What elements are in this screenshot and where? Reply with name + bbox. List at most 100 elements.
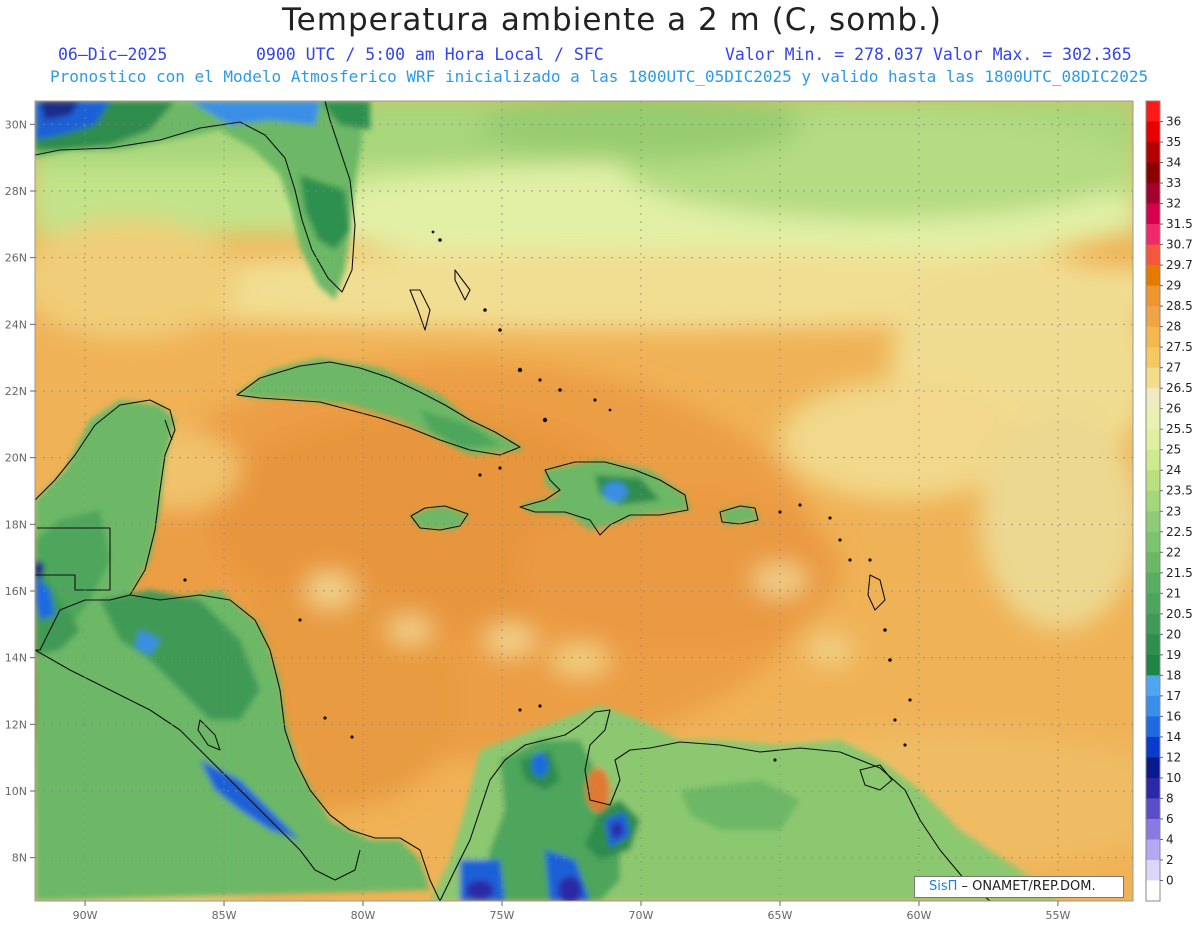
colorbar-swatch	[1146, 695, 1160, 717]
lat-label: 10N	[5, 785, 27, 798]
lon-label: 60W	[907, 909, 932, 922]
colorbar-swatch	[1146, 613, 1160, 635]
colorbar-swatch	[1146, 552, 1160, 574]
colorbar-swatch	[1146, 572, 1160, 594]
colorbar-swatch	[1146, 736, 1160, 758]
colorbar-label: 20.5	[1166, 607, 1193, 621]
lon-label: 55W	[1046, 909, 1071, 922]
colorbar-swatch	[1146, 306, 1160, 328]
colorbar-swatch	[1146, 203, 1160, 225]
colorbar-swatch	[1146, 859, 1160, 881]
lat-label: 28N	[5, 185, 27, 198]
lat-label: 24N	[5, 318, 27, 331]
colorbar-swatch	[1146, 388, 1160, 410]
colorbar-swatch	[1146, 347, 1160, 369]
colorbar-swatch	[1146, 818, 1160, 840]
colorbar-swatch	[1146, 511, 1160, 533]
colorbar-swatch	[1146, 634, 1160, 656]
lon-label: 65W	[768, 909, 793, 922]
colorbar-swatch	[1146, 470, 1160, 492]
lat-label: 18N	[5, 518, 27, 531]
colorbar-label: 36	[1166, 115, 1181, 129]
colorbar-label: 21	[1166, 586, 1181, 600]
colorbar-swatch	[1146, 777, 1160, 799]
colorbar-label: 23.5	[1166, 484, 1193, 498]
colorbar-label: 24	[1166, 463, 1181, 477]
colorbar-label: 22.5	[1166, 525, 1193, 539]
credit-text: – ONAMET/REP.DOM.	[957, 879, 1096, 894]
colorbar-label: 27.5	[1166, 340, 1193, 354]
longitude-axis: 90W 85W 80W 75W 70W 65W 60W 55W	[73, 901, 1071, 922]
colorbar-label: 12	[1166, 750, 1181, 764]
colorbar-swatch	[1146, 757, 1160, 779]
colorbar-label: 14	[1166, 730, 1181, 744]
colorbar-label: 6	[1166, 812, 1174, 826]
colorbar-label: 4	[1166, 832, 1174, 846]
colorbar-label: 21.5	[1166, 566, 1193, 580]
colorbar-label: 34	[1166, 156, 1181, 170]
colorbar-label: 33	[1166, 176, 1181, 190]
colorbar-label: 32	[1166, 197, 1181, 211]
colorbar-swatch	[1146, 654, 1160, 676]
colorbar-swatch	[1146, 675, 1160, 697]
colorbar-swatch	[1146, 285, 1160, 307]
color-legend: 363534333231.530.729.72928.52827.52726.5…	[1145, 100, 1193, 902]
colorbar-label: 8	[1166, 791, 1174, 805]
colorbar-swatch	[1146, 593, 1160, 615]
colorbar-swatch	[1146, 142, 1160, 164]
lat-label: 30N	[5, 118, 27, 131]
colorbar-swatch	[1146, 183, 1160, 205]
credit-brand: SisΠ	[929, 879, 958, 894]
colorbar-label: 20	[1166, 627, 1181, 641]
lat-label: 12N	[5, 718, 27, 731]
credit-box: SisΠ – ONAMET/REP.DOM.	[914, 876, 1124, 898]
colorbar-label: 31.5	[1166, 217, 1193, 231]
temperature-field	[35, 101, 1133, 901]
lon-label: 70W	[629, 909, 654, 922]
colorbar-label: 28	[1166, 320, 1181, 334]
colorbar-swatch	[1146, 367, 1160, 389]
colorbar-swatch	[1146, 101, 1160, 123]
lon-label: 80W	[351, 909, 376, 922]
colorbar-swatch	[1146, 224, 1160, 246]
lat-label: 14N	[5, 652, 27, 665]
lon-label: 75W	[490, 909, 515, 922]
colorbar-label: 29.7	[1166, 258, 1193, 272]
colorbar-label: 26.5	[1166, 381, 1193, 395]
colorbar-label: 28.5	[1166, 299, 1193, 313]
lat-label: 20N	[5, 452, 27, 465]
colorbar-label: 17	[1166, 689, 1181, 703]
colorbar-swatch	[1146, 798, 1160, 820]
colorbar-swatch	[1146, 162, 1160, 184]
colorbar-label: 2	[1166, 853, 1174, 867]
colorbar-swatch	[1146, 326, 1160, 348]
colorbar-swatch	[1146, 531, 1160, 553]
colorbar-label: 0	[1166, 873, 1174, 887]
colorbar-label: 27	[1166, 361, 1181, 375]
colorbar-swatch	[1146, 490, 1160, 512]
colorbar-label: 23	[1166, 504, 1181, 518]
latitude-axis: 30N 28N 26N 24N 22N 20N 18N 16N 14N 12N 10N 8N	[5, 118, 35, 865]
colorbar-label: 29	[1166, 279, 1181, 293]
lon-label: 90W	[73, 909, 98, 922]
colorbar-swatch	[1146, 244, 1160, 266]
colorbar-label: 16	[1166, 709, 1181, 723]
lat-label: 22N	[5, 385, 27, 398]
colorbar-swatch	[1146, 449, 1160, 471]
lat-label: 26N	[5, 252, 27, 265]
colorbar-label: 18	[1166, 668, 1181, 682]
colorbar-swatch	[1146, 408, 1160, 430]
colorbar-swatch	[1146, 839, 1160, 861]
colorbar-swatch	[1146, 265, 1160, 287]
colorbar-label: 25	[1166, 443, 1181, 457]
colorbar-label: 30.7	[1166, 238, 1193, 252]
colorbar-label: 25.5	[1166, 422, 1193, 436]
colorbar-swatch	[1146, 716, 1160, 738]
temperature-map: 30N 28N 26N 24N 22N 20N 18N 16N 14N 12N 10N 8N 90W 8…	[5, 100, 1193, 922]
colorbar-label: 35	[1166, 135, 1181, 149]
colorbar-swatch	[1146, 121, 1160, 143]
lat-label: 16N	[5, 585, 27, 598]
colorbar-swatch	[1146, 880, 1160, 902]
colorbar-swatch	[1146, 429, 1160, 451]
colorbar-label: 10	[1166, 771, 1181, 785]
